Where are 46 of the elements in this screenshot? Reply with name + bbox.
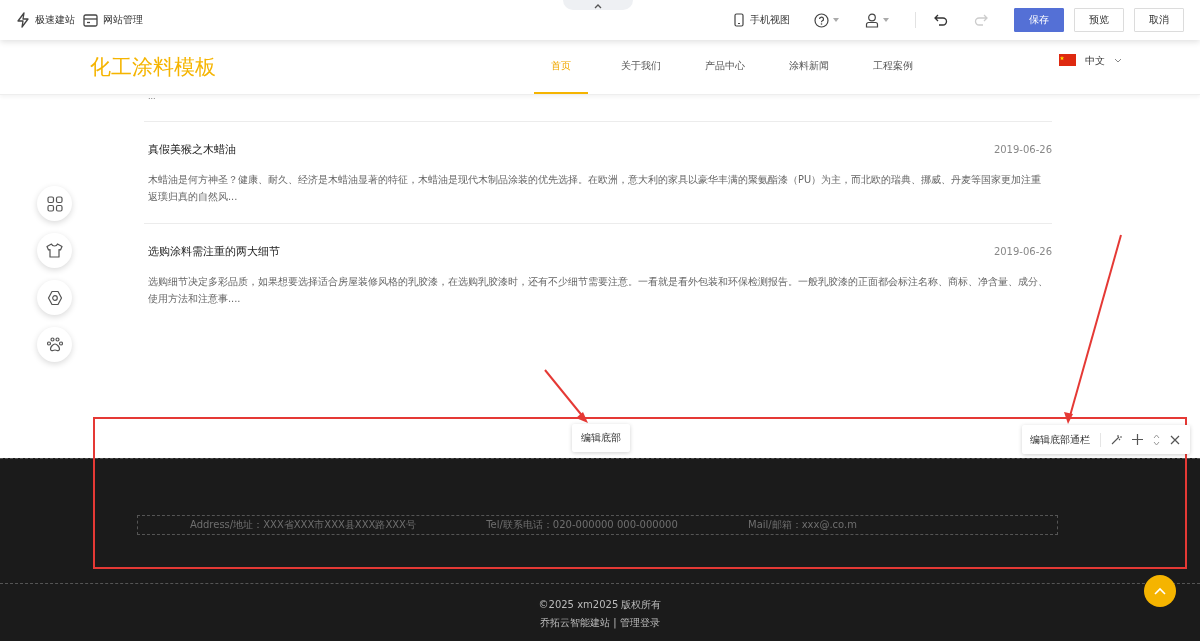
sort-icon[interactable] <box>1153 433 1160 446</box>
contact-info: Address/地址：XXX省XXX市XXX县XXX路XXX号 <box>190 518 416 532</box>
plus-icon[interactable] <box>1132 434 1143 445</box>
grid-icon <box>46 195 63 212</box>
link-separator: | <box>613 617 617 628</box>
user-icon[interactable] <box>865 12 879 28</box>
nav-tab[interactable]: 工程案例 <box>862 40 924 94</box>
article-summary: ... <box>148 95 157 103</box>
footer-link[interactable]: 乔拓云智能建站 <box>540 617 611 628</box>
article-summary: 选购细节决定多彩品质，如果想要选择适合房屋装修风格的乳胶漆，在选购乳胶漆时，还有不少细节需要注意。一看就是看外包装和环保检测报告。一般乳胶漆的正面都会标注名称、商标、净含量、成分、使用方法和注意事.... <box>148 275 1048 306</box>
shirt-icon <box>46 243 63 258</box>
article-date: 2019-06-26 <box>993 246 1052 257</box>
nav-tab[interactable]: 产品中心 <box>694 40 756 94</box>
footer-link[interactable]: 管理登录 <box>619 617 660 628</box>
help-icon[interactable] <box>814 12 829 28</box>
magic-wand-icon[interactable] <box>1111 434 1122 445</box>
contact-info: Tel/联系电话：020-000000 000-000000 <box>486 518 678 532</box>
annotation-arrow <box>544 369 588 423</box>
toolbar-button[interactable]: 取消 <box>1134 8 1184 32</box>
article-title[interactable]: 真假美猴之木蜡油 <box>148 142 236 157</box>
article-summary: 木蜡油是何方神圣？健康、耐久、经济是木蜡油显著的特征，木蜡油是现代木制品涂装的优先选择。在欧洲，意大利的家具以豪华丰满的聚氨酯漆（PU）为主，而北欧的瑞典、挪威、丹麦等国家更加注重返璞归真的自然风... <box>148 173 1043 204</box>
lightning-icon <box>16 12 30 28</box>
flag-icon <box>1059 54 1076 66</box>
contact-info: Mail/邮箱：xxx@.co.m <box>748 518 857 532</box>
chevron-down-icon <box>1114 58 1122 63</box>
toolbar-button[interactable]: 预览 <box>1074 8 1124 32</box>
nav-tab[interactable]: 涂料新闻 <box>778 40 840 94</box>
mobile-view-button[interactable]: 手机视图 <box>734 13 790 27</box>
close-icon[interactable] <box>1170 434 1180 445</box>
toolbar-link[interactable]: 网站管理 <box>83 13 143 27</box>
edit-bar-label[interactable]: 编辑底部通栏 <box>1030 432 1090 447</box>
phone-icon <box>734 13 744 27</box>
toolbar-link[interactable]: 极速建站 <box>16 12 75 28</box>
card-icon <box>83 13 98 27</box>
paw-icon <box>46 337 63 352</box>
chevron-up-icon <box>1154 587 1166 595</box>
article-title[interactable]: 选购涂料需注重的两大细节 <box>148 244 280 259</box>
caret-up-icon[interactable] <box>593 3 603 10</box>
settings-icon <box>46 289 63 306</box>
save-button[interactable]: 保存 <box>1014 8 1064 32</box>
article-date: 2019-06-26 <box>993 144 1052 155</box>
copyright-text: ©2025 xm2025 版权所有 <box>537 598 663 612</box>
edit-footer-label[interactable]: 编辑底部 <box>572 424 630 452</box>
undo-icon[interactable] <box>934 14 948 26</box>
language-selector[interactable]: 中文 <box>1059 40 1122 94</box>
nav-tab[interactable]: 关于我们 <box>610 40 672 94</box>
